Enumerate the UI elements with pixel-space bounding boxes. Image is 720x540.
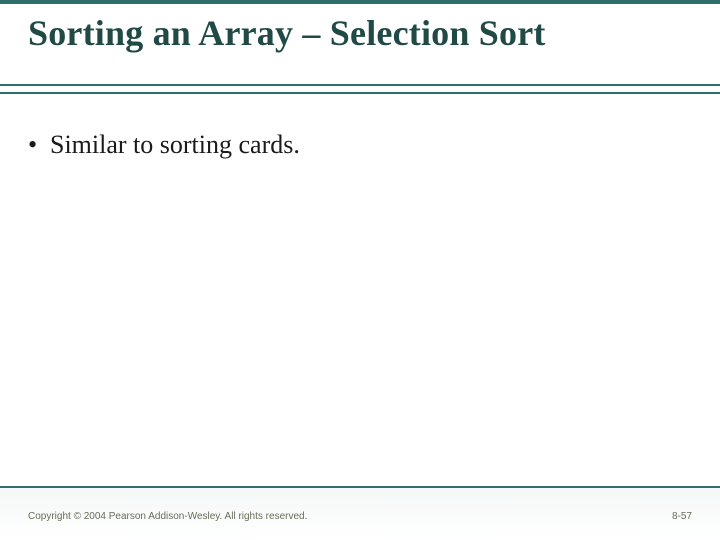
- bullet-item: Similar to sorting cards.: [28, 128, 692, 162]
- title-bar: Sorting an Array – Selection Sort: [0, 0, 720, 94]
- slide: Sorting an Array – Selection Sort Simila…: [0, 0, 720, 540]
- bullet-list: Similar to sorting cards.: [28, 128, 692, 162]
- slide-title: Sorting an Array – Selection Sort: [28, 14, 692, 54]
- footer: Copyright © 2004 Pearson Addison-Wesley.…: [28, 511, 692, 522]
- page-number: 8-57: [672, 511, 692, 522]
- copyright-text: Copyright © 2004 Pearson Addison-Wesley.…: [28, 511, 307, 522]
- slide-body: Similar to sorting cards.: [0, 94, 720, 162]
